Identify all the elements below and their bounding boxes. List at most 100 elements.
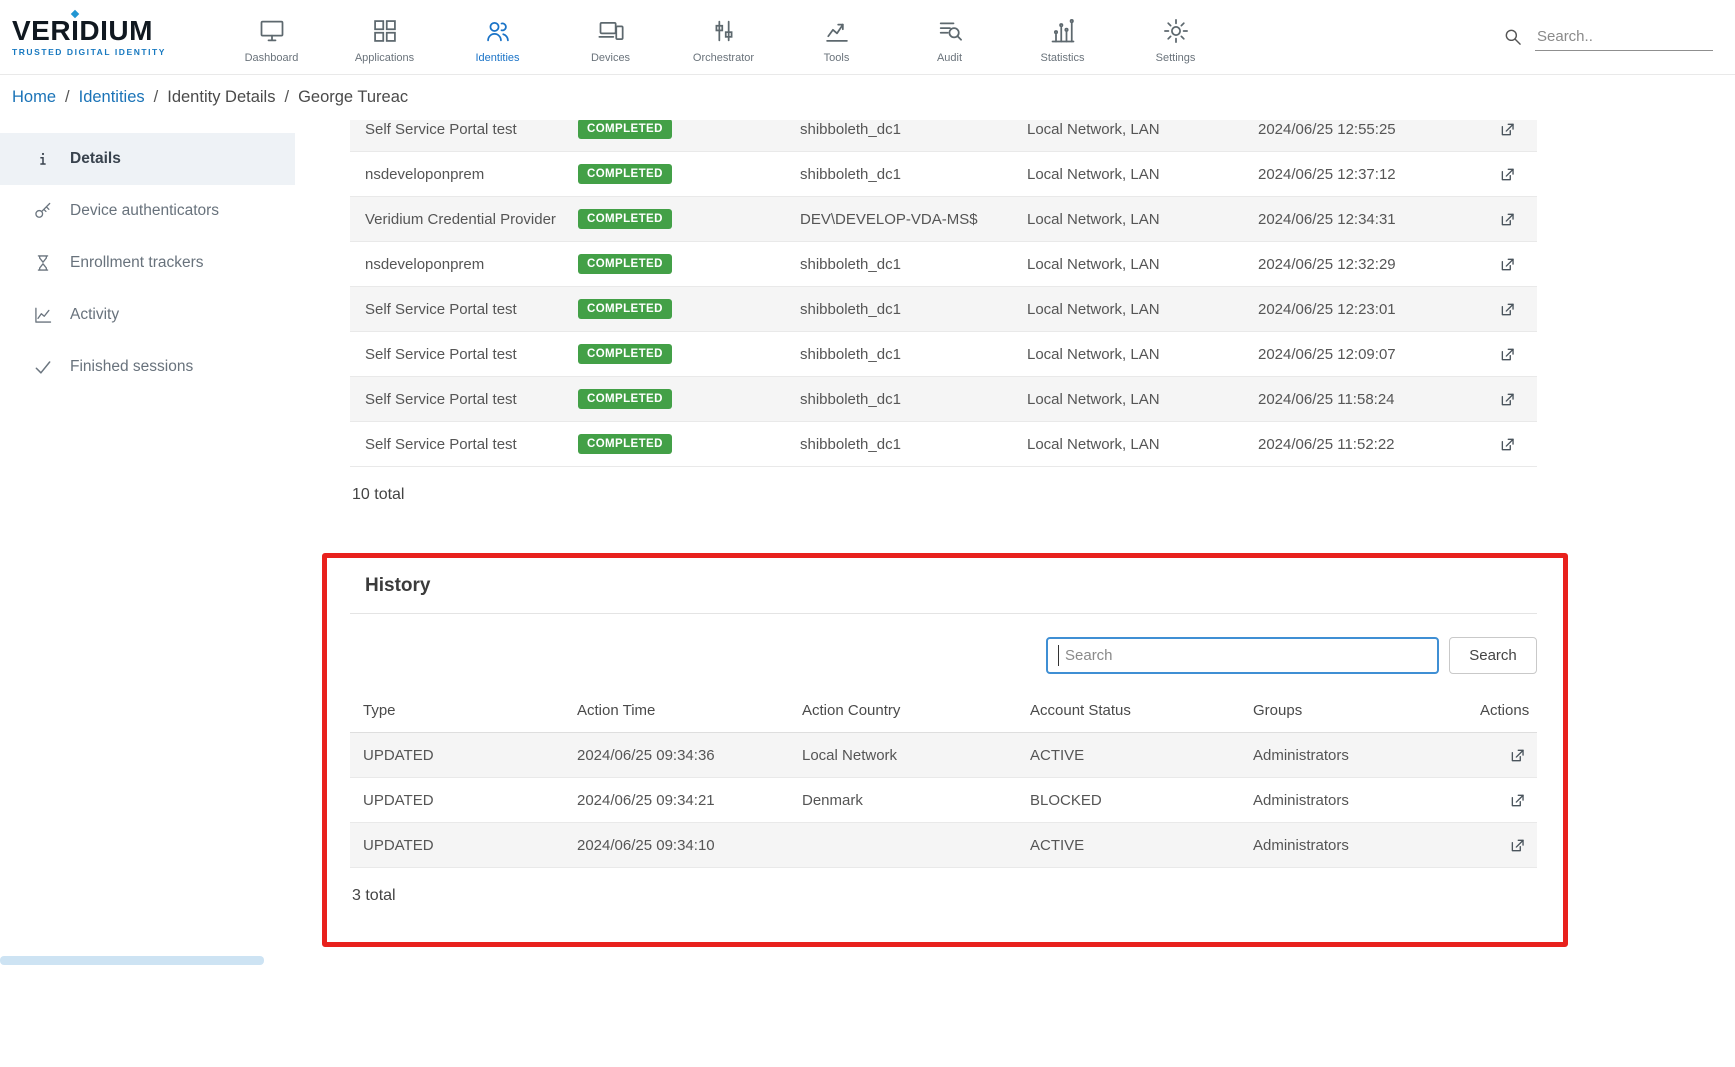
session-server: shibboleth_dc1 bbox=[785, 256, 1012, 273]
sidebar-item-finished-sessions[interactable]: Finished sessions bbox=[0, 341, 295, 393]
status-badge: COMPLETED bbox=[578, 120, 672, 139]
session-row: nsdeveloponprem COMPLETED shibboleth_dc1… bbox=[350, 242, 1537, 287]
info-icon bbox=[33, 149, 53, 169]
history-action-country: Local Network bbox=[789, 747, 1017, 764]
breadcrumb: Home / Identities / Identity Details / G… bbox=[0, 75, 1735, 120]
history-search-button[interactable]: Search bbox=[1449, 637, 1537, 674]
dashboard-icon bbox=[258, 17, 286, 45]
status-badge: COMPLETED bbox=[578, 299, 672, 319]
session-network: Local Network, LAN bbox=[1012, 436, 1243, 453]
session-time: 2024/06/25 12:55:25 bbox=[1243, 121, 1477, 138]
session-row: Veridium Credential Provider COMPLETED D… bbox=[350, 197, 1537, 242]
nav-item-orchestrator[interactable]: Orchestrator bbox=[667, 10, 780, 64]
global-search-input[interactable] bbox=[1535, 23, 1713, 51]
session-time: 2024/06/25 11:58:24 bbox=[1243, 391, 1477, 408]
history-groups: Administrators bbox=[1240, 792, 1467, 809]
open-history-entry-icon[interactable] bbox=[1508, 791, 1527, 810]
session-name: nsdeveloponprem bbox=[350, 256, 563, 273]
veridium-logo[interactable]: VERIDIUM TRUSTED DIGITAL IDENTITY bbox=[12, 17, 197, 57]
nav-item-tools[interactable]: Tools bbox=[780, 10, 893, 64]
breadcrumb-identities[interactable]: Identities bbox=[79, 88, 145, 107]
session-network: Local Network, LAN bbox=[1012, 166, 1243, 183]
session-time: 2024/06/25 12:09:07 bbox=[1243, 346, 1477, 363]
nav-item-applications[interactable]: Applications bbox=[328, 10, 441, 64]
sidebar-item-device-authenticators[interactable]: Device authenticators bbox=[0, 185, 295, 237]
history-section: History Search Type Action Time Action C… bbox=[350, 559, 1537, 923]
checkmark-icon bbox=[33, 357, 53, 377]
open-session-icon[interactable] bbox=[1498, 120, 1517, 139]
open-session-icon[interactable] bbox=[1498, 165, 1517, 184]
history-action-country: Denmark bbox=[789, 792, 1017, 809]
status-badge: COMPLETED bbox=[578, 164, 672, 184]
session-network: Local Network, LAN bbox=[1012, 211, 1243, 228]
text-cursor bbox=[1058, 645, 1059, 666]
session-name: Self Service Portal test bbox=[350, 121, 563, 138]
open-history-entry-icon[interactable] bbox=[1508, 746, 1527, 765]
top-bar: VERIDIUM TRUSTED DIGITAL IDENTITY Dashbo… bbox=[0, 0, 1735, 75]
session-server: DEV\DEVELOP-VDA-MS$ bbox=[785, 211, 1012, 228]
open-session-icon[interactable] bbox=[1498, 255, 1517, 274]
session-row: Self Service Portal test COMPLETED shibb… bbox=[350, 120, 1537, 152]
logo-tagline: TRUSTED DIGITAL IDENTITY bbox=[12, 47, 197, 57]
session-time: 2024/06/25 12:34:31 bbox=[1243, 211, 1477, 228]
open-session-icon[interactable] bbox=[1498, 345, 1517, 364]
sidebar-item-activity[interactable]: Activity bbox=[0, 289, 295, 341]
horizontal-scrollbar[interactable] bbox=[0, 956, 264, 965]
session-server: shibboleth_dc1 bbox=[785, 436, 1012, 453]
session-row: Self Service Portal test COMPLETED shibb… bbox=[350, 332, 1537, 377]
settings-gear-icon bbox=[1162, 17, 1190, 45]
column-header-type: Type bbox=[350, 702, 564, 719]
session-time: 2024/06/25 12:32:29 bbox=[1243, 256, 1477, 273]
open-session-icon[interactable] bbox=[1498, 390, 1517, 409]
open-session-icon[interactable] bbox=[1498, 300, 1517, 319]
open-history-entry-icon[interactable] bbox=[1508, 836, 1527, 855]
sidebar-item-label: Enrollment trackers bbox=[70, 254, 204, 272]
breadcrumb-home[interactable]: Home bbox=[12, 88, 56, 107]
nav-item-devices[interactable]: Devices bbox=[554, 10, 667, 64]
history-row: UPDATED 2024/06/25 09:34:36 Local Networ… bbox=[350, 733, 1537, 778]
history-type: UPDATED bbox=[350, 837, 564, 854]
main-nav: Dashboard Applications Identities Device… bbox=[215, 10, 1232, 64]
history-search-bar: Search bbox=[350, 637, 1537, 674]
session-server: shibboleth_dc1 bbox=[785, 346, 1012, 363]
main-panel: Self Service Portal test COMPLETED shibb… bbox=[295, 120, 1735, 1067]
activity-chart-icon bbox=[33, 305, 53, 325]
sidebar-item-details[interactable]: Details bbox=[0, 133, 295, 185]
key-icon bbox=[33, 201, 53, 221]
history-table-header: Type Action Time Action Country Account … bbox=[350, 688, 1537, 733]
finished-sessions-table: Self Service Portal test COMPLETED shibb… bbox=[350, 120, 1537, 523]
history-groups: Administrators bbox=[1240, 837, 1467, 854]
nav-item-statistics[interactable]: Statistics bbox=[1006, 10, 1119, 64]
session-row: Self Service Portal test COMPLETED shibb… bbox=[350, 422, 1537, 467]
status-badge: COMPLETED bbox=[578, 209, 672, 229]
search-icon bbox=[1503, 27, 1523, 47]
global-search bbox=[1503, 23, 1713, 51]
open-session-icon[interactable] bbox=[1498, 210, 1517, 229]
hourglass-icon bbox=[33, 253, 53, 273]
nav-item-audit[interactable]: Audit bbox=[893, 10, 1006, 64]
sidebar-item-label: Device authenticators bbox=[70, 202, 219, 220]
session-server: shibboleth_dc1 bbox=[785, 166, 1012, 183]
open-session-icon[interactable] bbox=[1498, 435, 1517, 454]
history-account-status: ACTIVE bbox=[1017, 837, 1240, 854]
column-header-actions: Actions bbox=[1467, 702, 1537, 719]
sidebar-item-enrollment-trackers[interactable]: Enrollment trackers bbox=[0, 237, 295, 289]
session-name: Self Service Portal test bbox=[350, 391, 563, 408]
breadcrumb-identity-details: Identity Details bbox=[167, 88, 275, 107]
session-row: Self Service Portal test COMPLETED shibb… bbox=[350, 377, 1537, 422]
breadcrumb-user-name: George Tureac bbox=[298, 88, 408, 107]
status-badge: COMPLETED bbox=[578, 344, 672, 364]
nav-item-dashboard[interactable]: Dashboard bbox=[215, 10, 328, 64]
logo-wordmark: VERIDIUM bbox=[12, 17, 197, 45]
nav-item-identities[interactable]: Identities bbox=[441, 10, 554, 64]
history-type: UPDATED bbox=[350, 792, 564, 809]
sidebar-item-label: Finished sessions bbox=[70, 358, 193, 376]
history-search-input[interactable] bbox=[1046, 637, 1439, 674]
session-time: 2024/06/25 11:52:22 bbox=[1243, 436, 1477, 453]
session-time: 2024/06/25 12:37:12 bbox=[1243, 166, 1477, 183]
history-groups: Administrators bbox=[1240, 747, 1467, 764]
nav-item-settings[interactable]: Settings bbox=[1119, 10, 1232, 64]
tools-icon bbox=[823, 17, 851, 45]
applications-icon bbox=[371, 17, 399, 45]
sessions-total-count: 10 total bbox=[350, 467, 1537, 523]
